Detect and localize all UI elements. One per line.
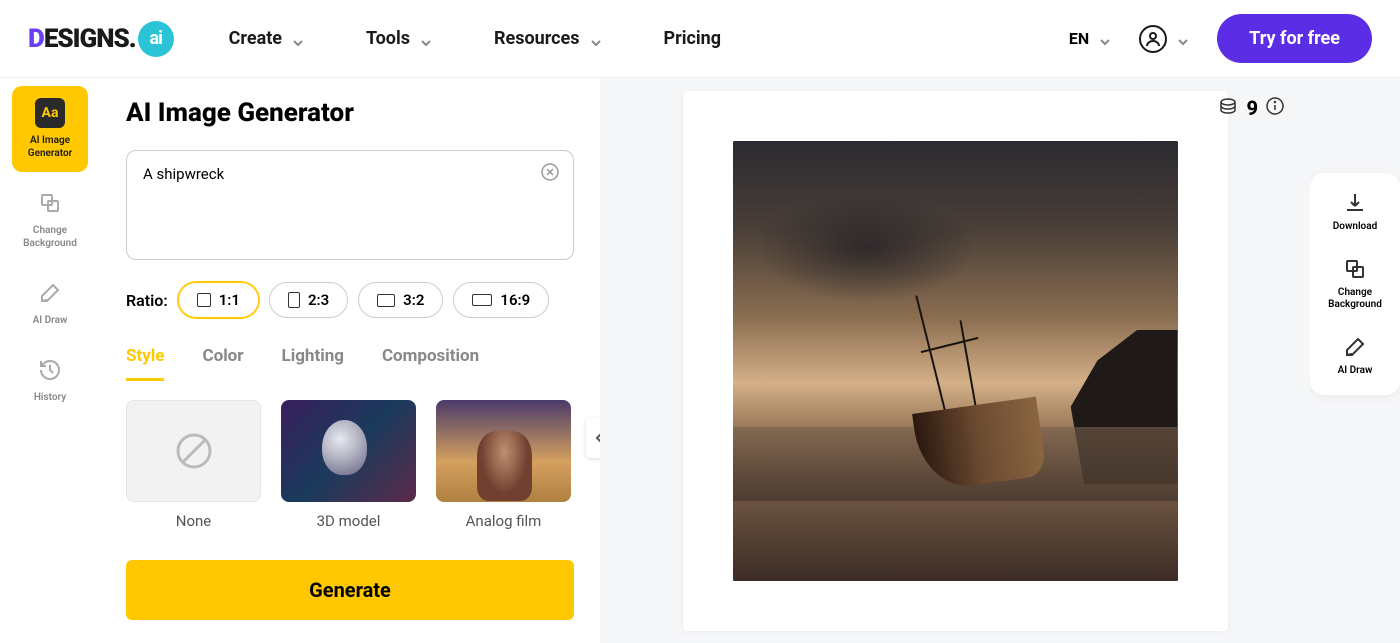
- logo[interactable]: DESIGNS. ai: [28, 21, 174, 57]
- style-label: Analog film: [436, 512, 571, 530]
- prompt-input[interactable]: [143, 165, 557, 245]
- ratio-1-1[interactable]: 1:1: [178, 282, 259, 318]
- nav-label: Tools: [366, 28, 410, 49]
- chevron-down-icon: [1099, 33, 1111, 45]
- pencil-icon: [1343, 335, 1367, 359]
- action-label: Download: [1333, 221, 1377, 233]
- nav-label: Pricing: [664, 28, 721, 49]
- text-aa-icon: Aa: [35, 98, 65, 128]
- styles-row: None 3D model Analog film: [126, 400, 574, 530]
- sidebar-item-ai-draw[interactable]: AI Draw: [12, 266, 88, 339]
- ratio-shape-icon: [472, 294, 492, 306]
- credits-count: 9: [1246, 96, 1258, 120]
- option-tabs: Style Color Lighting Composition: [126, 346, 574, 382]
- ratio-16-9[interactable]: 16:9: [453, 282, 549, 318]
- ratio-2-3[interactable]: 2:3: [269, 282, 348, 318]
- language-label: EN: [1069, 29, 1089, 48]
- nav-label: Create: [229, 28, 282, 49]
- action-label: Change Background: [1318, 287, 1392, 311]
- nav-pricing[interactable]: Pricing: [664, 28, 721, 49]
- info-icon[interactable]: [1266, 97, 1284, 119]
- layers-icon: [1343, 257, 1367, 281]
- main-nav: Create Tools Resources Pricing: [229, 28, 721, 49]
- control-panel: AI Image Generator Ratio: 1:1 2:3 3:2: [100, 78, 600, 643]
- actions-card: Download Change Background AI Draw: [1310, 173, 1400, 395]
- sidebar-item-history[interactable]: History: [12, 343, 88, 416]
- logo-text: ESIGNS.: [44, 24, 136, 54]
- layers-icon: [35, 188, 65, 218]
- prompt-container: [126, 150, 574, 260]
- user-icon: [1139, 25, 1167, 53]
- chevron-down-icon: [590, 33, 602, 45]
- ratio-text: 2:3: [308, 291, 329, 309]
- tab-color[interactable]: Color: [202, 346, 243, 381]
- chevron-down-icon: [1177, 33, 1189, 45]
- page-title: AI Image Generator: [126, 98, 574, 128]
- style-label: None: [126, 512, 261, 530]
- sidebar-item-change-background[interactable]: Change Background: [12, 176, 88, 262]
- ratio-text: 1:1: [219, 291, 240, 309]
- generated-image[interactable]: [733, 141, 1178, 581]
- action-label: AI Draw: [1338, 365, 1373, 377]
- style-thumb-none: [126, 400, 261, 502]
- header: DESIGNS. ai Create Tools Resources Prici…: [0, 0, 1400, 78]
- action-ai-draw[interactable]: AI Draw: [1318, 335, 1392, 377]
- tab-composition[interactable]: Composition: [382, 346, 479, 381]
- sidebar-item-ai-image-generator[interactable]: Aa AI Image Generator: [12, 86, 88, 172]
- style-thumb-3d: [281, 400, 416, 502]
- body: Aa AI Image Generator Change Background …: [0, 78, 1400, 643]
- left-sidebar: Aa AI Image Generator Change Background …: [0, 78, 100, 643]
- action-download[interactable]: Download: [1318, 191, 1392, 233]
- image-frame: [683, 91, 1228, 631]
- credits-indicator: 9: [1218, 96, 1284, 120]
- tab-lighting[interactable]: Lighting: [282, 346, 344, 381]
- sidebar-item-label: Change Background: [16, 224, 84, 250]
- nav-tools[interactable]: Tools: [366, 28, 432, 49]
- nav-resources[interactable]: Resources: [494, 28, 602, 49]
- coins-icon: [1218, 96, 1238, 120]
- sidebar-item-label: History: [34, 391, 66, 404]
- header-right: EN Try for free: [1069, 14, 1372, 63]
- ratio-text: 3:2: [403, 291, 424, 309]
- ratio-text: 16:9: [500, 291, 530, 309]
- sidebar-item-label: AI Image Generator: [16, 134, 84, 160]
- ratio-row: Ratio: 1:1 2:3 3:2 16:9: [126, 282, 574, 318]
- chevron-down-icon: [420, 33, 432, 45]
- style-thumb-analog: [436, 400, 571, 502]
- style-label: 3D model: [281, 512, 416, 530]
- style-3d-model[interactable]: 3D model: [281, 400, 416, 530]
- user-menu[interactable]: [1139, 25, 1189, 53]
- sidebar-item-label: AI Draw: [33, 314, 68, 327]
- action-change-background[interactable]: Change Background: [1318, 257, 1392, 311]
- style-analog-film[interactable]: Analog film: [436, 400, 571, 530]
- logo-badge: ai: [138, 21, 174, 57]
- canvas-area: 9: [600, 78, 1310, 643]
- language-selector[interactable]: EN: [1069, 29, 1111, 48]
- chevron-down-icon: [292, 33, 304, 45]
- clear-button[interactable]: [541, 163, 561, 183]
- ratio-shape-icon: [197, 293, 211, 307]
- pencil-icon: [35, 278, 65, 308]
- download-icon: [1343, 191, 1367, 215]
- try-free-button[interactable]: Try for free: [1217, 14, 1372, 63]
- nav-create[interactable]: Create: [229, 28, 304, 49]
- tab-style[interactable]: Style: [126, 346, 164, 381]
- style-none[interactable]: None: [126, 400, 261, 530]
- logo-letter: D: [28, 24, 44, 54]
- ratio-shape-icon: [288, 292, 300, 308]
- ratio-shape-icon: [377, 294, 395, 307]
- generate-button[interactable]: Generate: [126, 560, 574, 620]
- right-actions: Download Change Background AI Draw: [1310, 78, 1400, 643]
- ratio-label: Ratio:: [126, 291, 168, 310]
- history-icon: [35, 355, 65, 385]
- nav-label: Resources: [494, 28, 580, 49]
- ratio-3-2[interactable]: 3:2: [358, 282, 443, 318]
